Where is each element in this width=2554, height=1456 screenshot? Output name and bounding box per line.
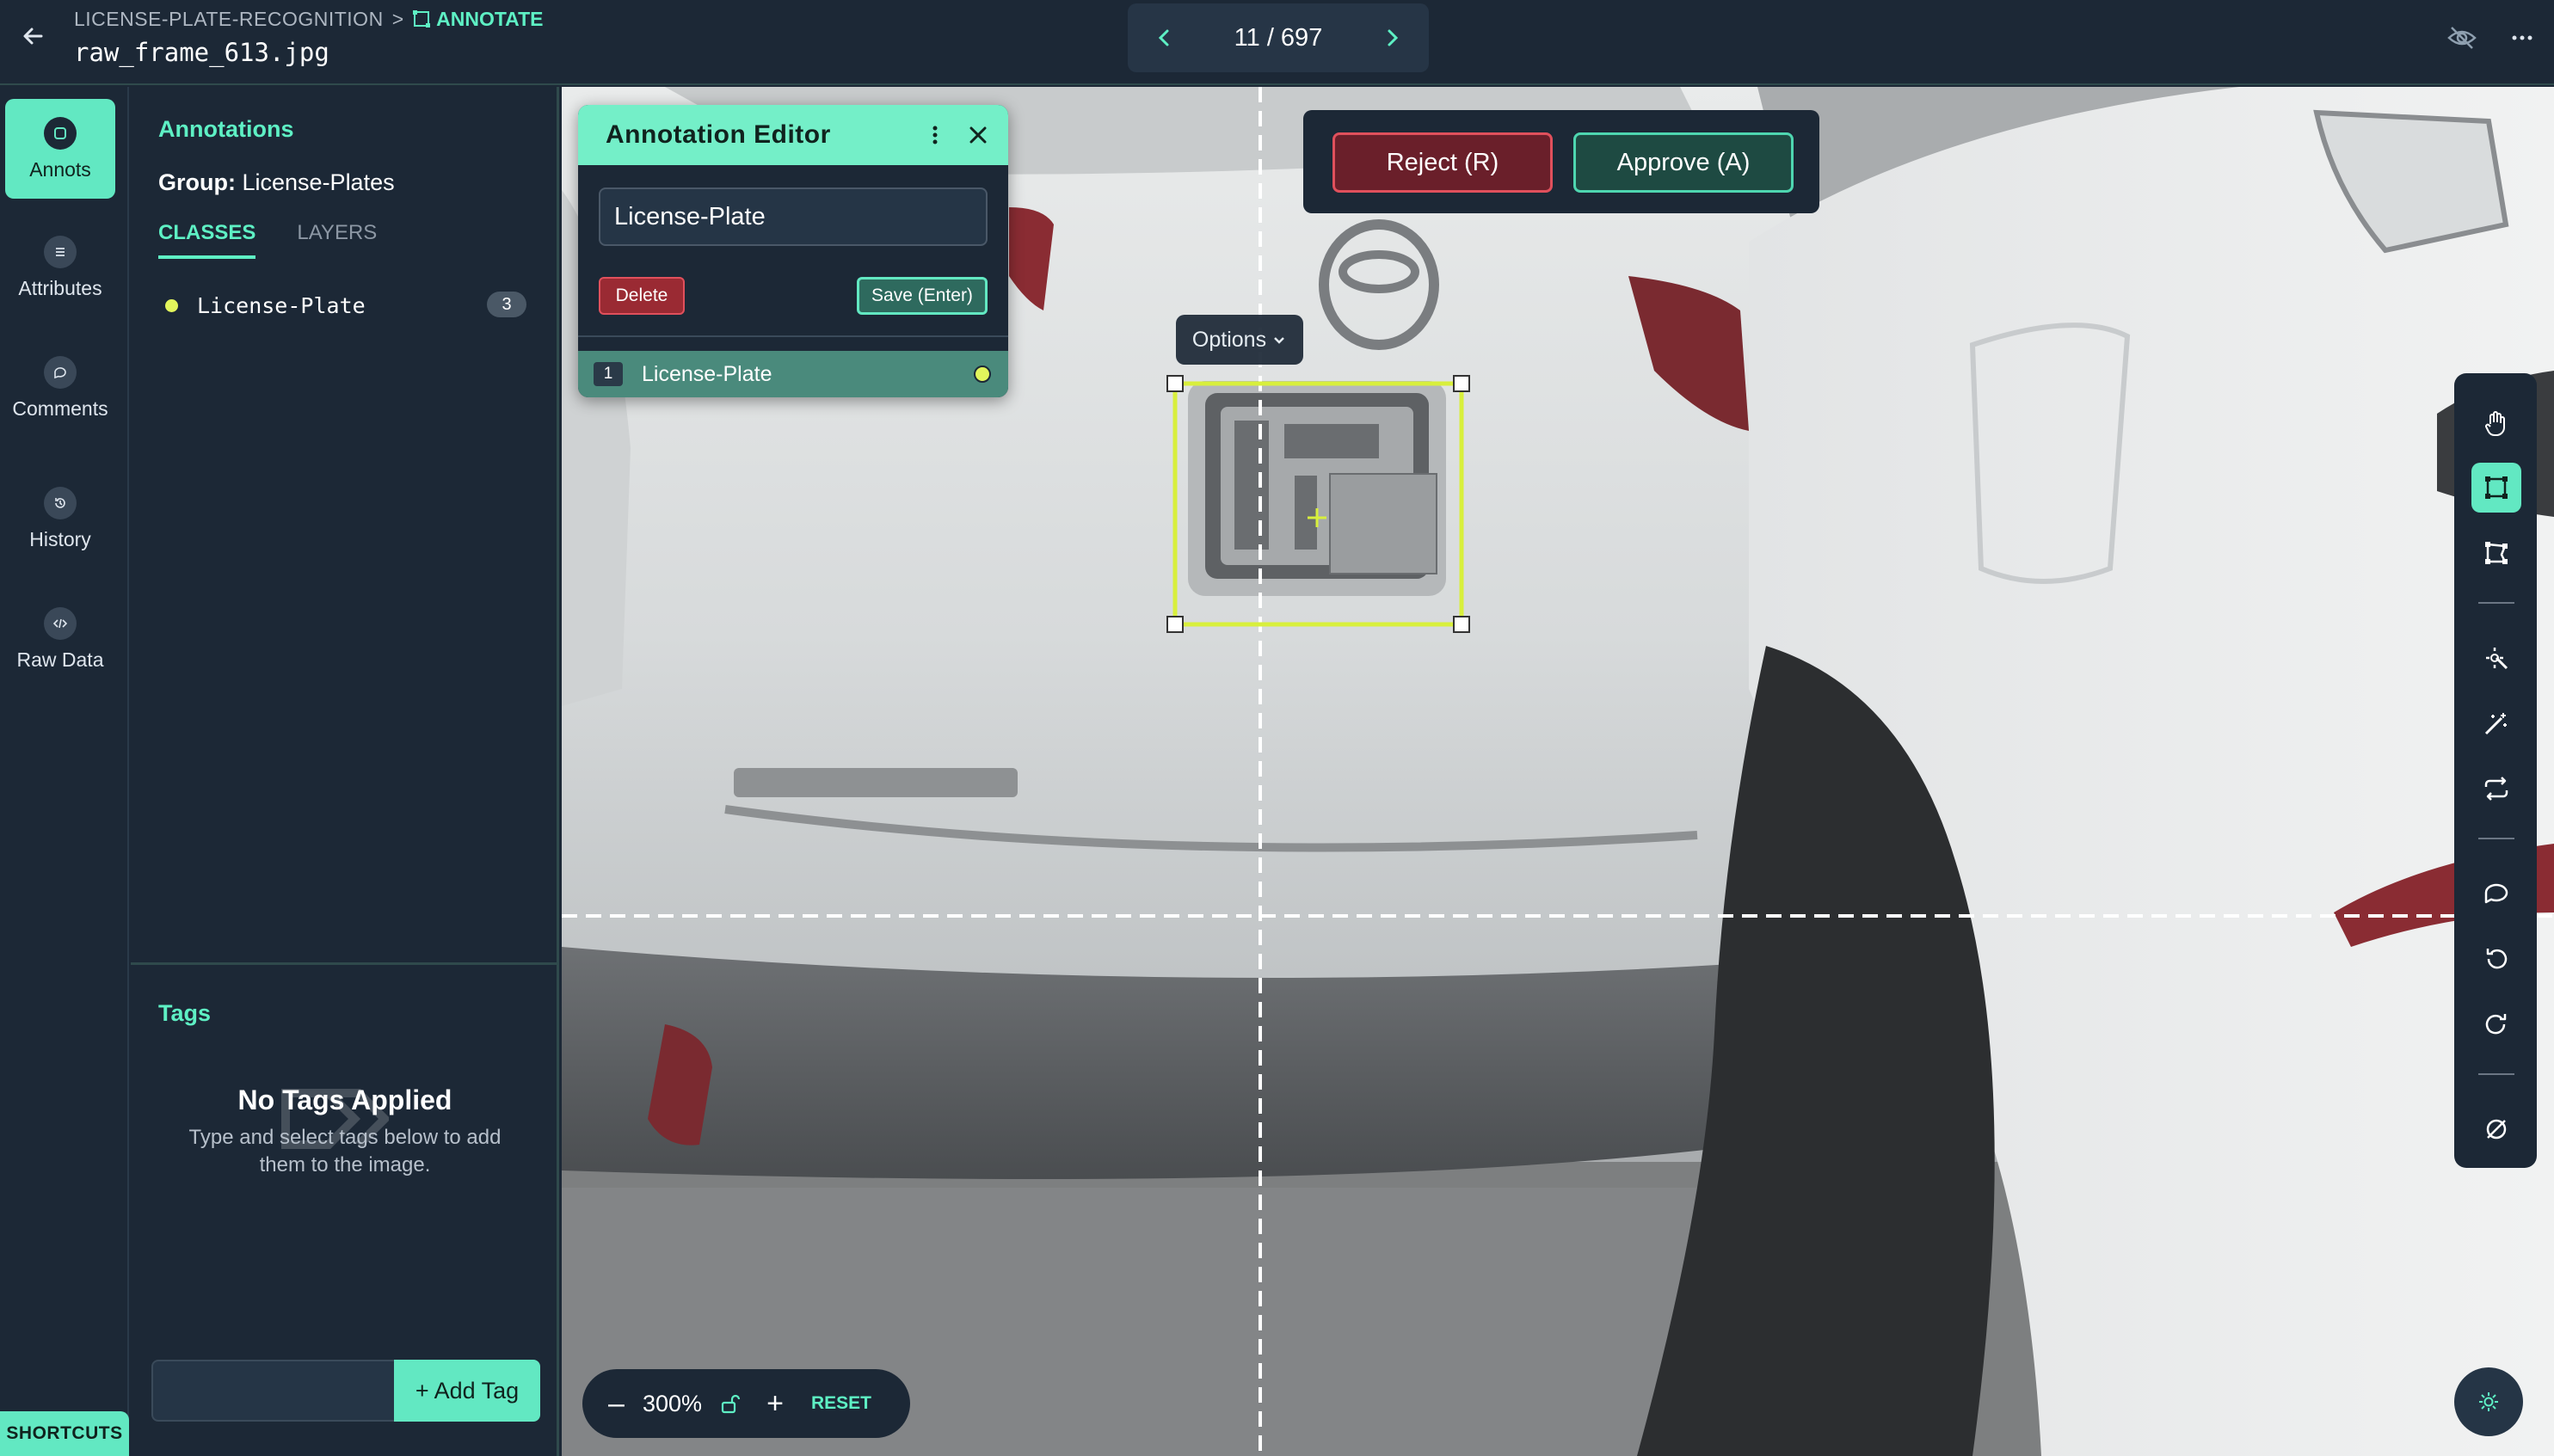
rail-item-annots[interactable]: Annots (5, 99, 115, 199)
tool-separator (2478, 838, 2514, 839)
chevron-down-icon (1274, 337, 1284, 344)
annotation-index: 1 (594, 362, 623, 386)
annotation-label: License-Plate (642, 361, 772, 386)
class-color-dot (165, 298, 178, 312)
tab-classes[interactable]: CLASSES (158, 221, 256, 259)
unlock-icon[interactable] (705, 1391, 754, 1416)
sun-icon (2479, 1392, 2498, 1411)
tag-input[interactable] (151, 1360, 396, 1422)
add-tag-button[interactable]: + Add Tag (394, 1360, 540, 1422)
editor-title: Annotation Editor (606, 120, 831, 149)
zoom-out-button[interactable]: – (608, 1387, 643, 1421)
resize-handle[interactable] (1453, 616, 1470, 633)
annotation-icon (44, 116, 77, 150)
display-settings-button[interactable] (2454, 1367, 2523, 1436)
rail-label: Comments (12, 396, 108, 420)
pan-hand-icon[interactable] (2471, 399, 2521, 449)
rail-label: History (29, 527, 91, 550)
pager-count: 11 / 697 (1234, 23, 1323, 52)
comment-icon (44, 355, 77, 389)
shortcuts-button[interactable]: SHORTCUTS (0, 1411, 129, 1456)
more-vertical-icon[interactable] (920, 120, 950, 150)
panel-tabs: CLASSES LAYERS (158, 221, 377, 259)
breadcrumb-separator: > (391, 7, 404, 30)
bounding-box-icon[interactable] (2471, 463, 2521, 513)
magic-wand-icon[interactable] (2471, 698, 2521, 748)
more-options-icon[interactable] (2505, 21, 2539, 55)
annotation-color-dot (974, 366, 991, 383)
breadcrumb-mode: ANNOTATE (436, 7, 544, 30)
group-prefix: Group: (158, 169, 236, 195)
close-icon[interactable] (963, 120, 993, 150)
history-icon (44, 486, 77, 519)
hide-icon[interactable] (2471, 1104, 2521, 1154)
save-button[interactable]: Save (Enter) (857, 277, 988, 315)
polygon-icon[interactable] (2471, 528, 2521, 578)
breadcrumb-project[interactable]: LICENSE-PLATE-RECOGNITION (74, 8, 384, 31)
left-navigation-rail: Annots Attributes Comments History Raw D… (0, 87, 129, 1456)
redo-icon[interactable] (2471, 999, 2521, 1049)
tool-separator (2478, 602, 2514, 604)
tags-divider (131, 962, 559, 965)
delete-button[interactable]: Delete (599, 277, 685, 315)
rail-item-comments[interactable]: Comments (5, 338, 115, 438)
undo-icon[interactable] (2471, 934, 2521, 984)
previous-image-icon[interactable] (1152, 25, 1178, 51)
review-actions: Reject (R) Approve (A) (1303, 110, 1819, 213)
editor-divider (578, 335, 1008, 337)
options-label: Options (1191, 327, 1267, 352)
rail-label: Raw Data (16, 648, 104, 671)
back-arrow-icon[interactable] (15, 19, 50, 53)
approve-button[interactable]: Approve (A) (1573, 132, 1794, 193)
zoom-reset-button[interactable]: RESET (811, 1393, 871, 1414)
editor-header: Annotation Editor (578, 105, 1008, 165)
breadcrumb: LICENSE-PLATE-RECOGNITION > ANNOTATE (74, 7, 543, 31)
code-icon (44, 606, 77, 640)
resize-handle[interactable] (1453, 375, 1470, 392)
class-select-field[interactable]: License-Plate (599, 187, 988, 246)
repeat-icon[interactable] (2471, 764, 2521, 814)
panel-title: Annotations (158, 116, 294, 142)
zoom-controls: – 300% + RESET (582, 1369, 910, 1438)
top-bar: LICENSE-PLATE-RECOGNITION > ANNOTATE raw… (0, 0, 2554, 85)
annotations-panel: Annotations Group: License-Plates CLASSE… (131, 87, 559, 1456)
breadcrumb-current: ANNOTATE (412, 8, 543, 31)
no-tags-description: Type and select tags below to add them t… (188, 1126, 502, 1176)
options-dropdown[interactable]: Options (1176, 315, 1303, 365)
tool-separator (2478, 1073, 2514, 1075)
reject-button[interactable]: Reject (R) (1332, 132, 1553, 193)
rail-item-raw-data[interactable]: Raw Data (5, 589, 115, 689)
rail-label: Annots (29, 157, 91, 181)
no-tags-title: No Tags Applied (237, 1084, 452, 1115)
resize-handle[interactable] (1166, 616, 1184, 633)
comment-icon[interactable] (2471, 869, 2521, 918)
rail-item-attributes[interactable]: Attributes (5, 218, 115, 317)
rail-label: Attributes (18, 276, 102, 299)
tab-layers[interactable]: LAYERS (297, 221, 377, 259)
resize-handle[interactable] (1166, 375, 1184, 392)
group-label: Group: License-Plates (158, 169, 395, 196)
magic-select-icon[interactable] (2471, 633, 2521, 683)
eye-off-icon[interactable] (2445, 21, 2479, 55)
zoom-level: 300% (643, 1390, 703, 1416)
tool-rail (2454, 373, 2537, 1168)
annotation-list-item[interactable]: 1 License-Plate (578, 351, 1008, 397)
next-image-icon[interactable] (1379, 25, 1405, 51)
group-name: License-Plates (242, 169, 395, 195)
class-list-item[interactable]: License-Plate 3 (165, 288, 526, 323)
rail-item-history[interactable]: History (5, 469, 115, 568)
zoom-in-button[interactable]: + (754, 1387, 796, 1421)
class-name: License-Plate (197, 292, 366, 318)
class-count-badge: 3 (487, 292, 526, 317)
annotation-editor: Annotation Editor License-Plate Delete S… (578, 105, 1008, 397)
file-name: raw_frame_613.jpg (74, 38, 329, 67)
annotate-icon (413, 10, 431, 28)
tags-title: Tags (158, 1000, 212, 1026)
image-pager: 11 / 697 (1128, 3, 1429, 72)
list-icon (44, 235, 77, 268)
